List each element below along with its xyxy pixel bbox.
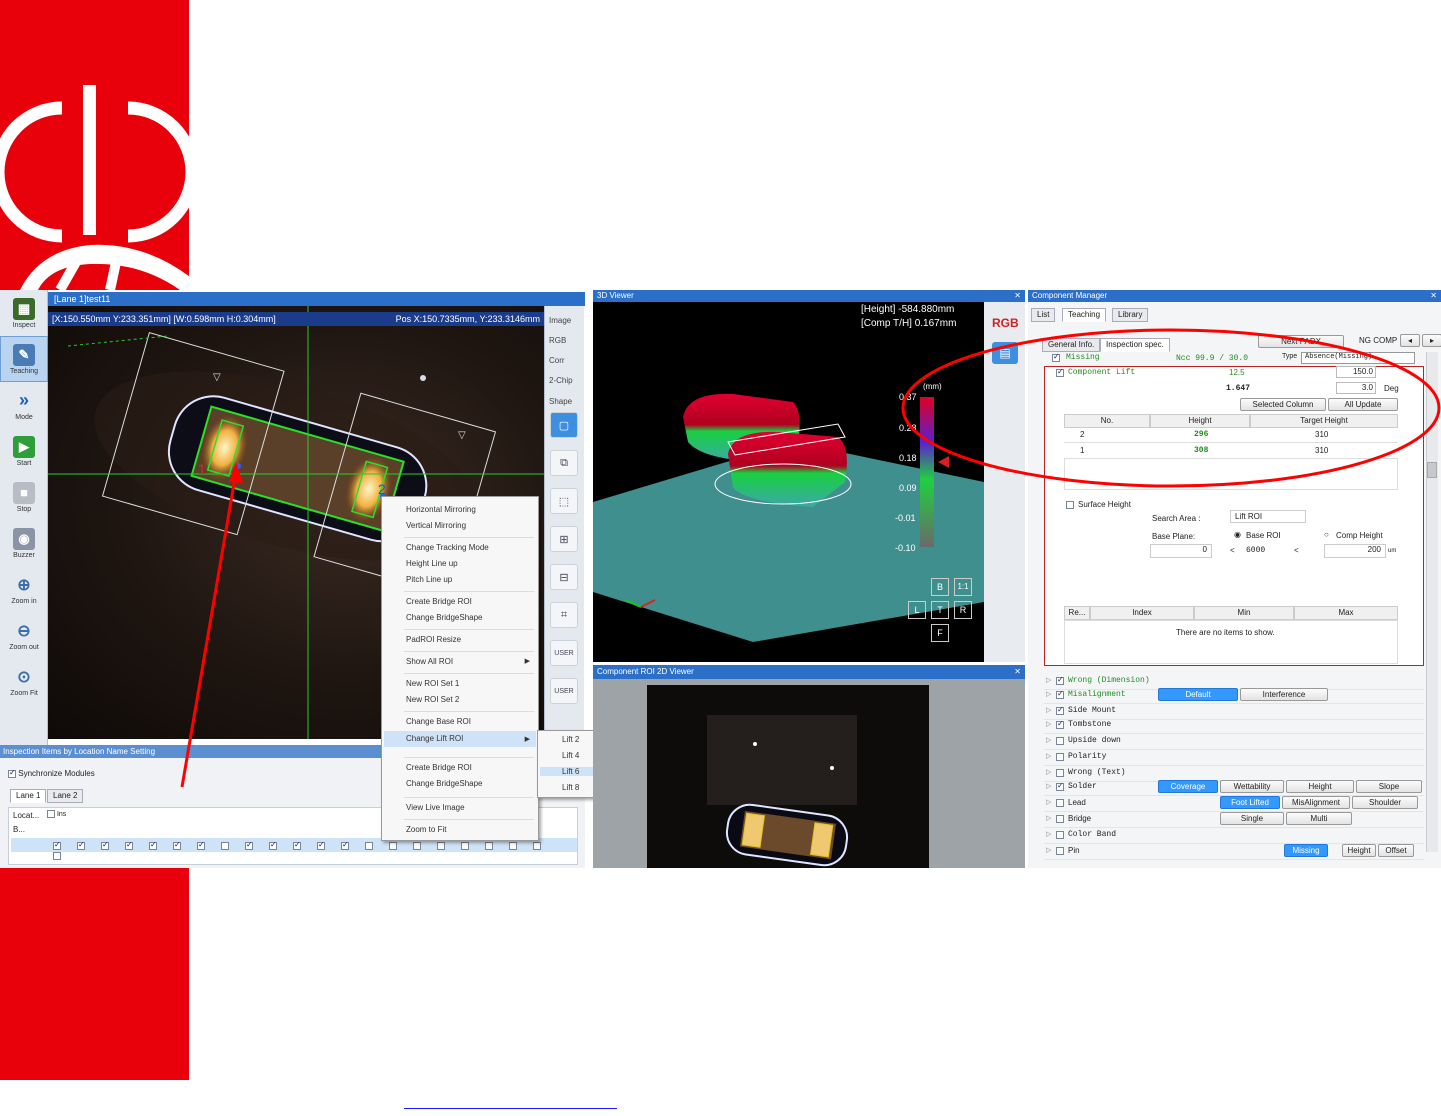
footer-underline	[404, 1108, 617, 1109]
highlight-ellipse	[901, 328, 1441, 488]
company-logo	[0, 85, 189, 290]
app-screenshot: ▦ Inspect ✎ Teaching » Mode ▶ Start ■ Stop ◉ B…	[0, 290, 1441, 868]
annotation-overlay	[180, 328, 1441, 788]
annotation-arrow	[180, 471, 238, 788]
